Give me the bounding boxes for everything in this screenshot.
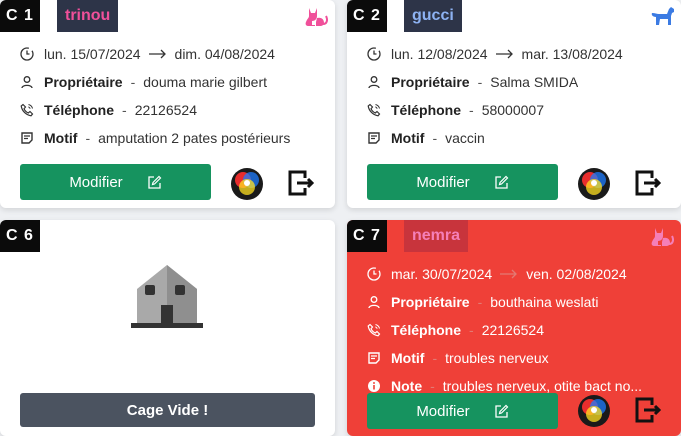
empty-cage-button[interactable]: Cage Vide ! xyxy=(20,393,315,427)
separator: - xyxy=(432,130,438,146)
motif-row: Motif - troubles nerveux xyxy=(367,344,671,372)
owner-row: Propriétaire - douma marie gilbert xyxy=(20,68,325,96)
date-to: dim. 04/08/2024 xyxy=(174,46,275,62)
cage-number: C 1 xyxy=(0,0,40,32)
owner-name: bouthaina weslati xyxy=(490,294,599,310)
motif-label: Motif xyxy=(391,130,425,146)
note-label: Note xyxy=(391,378,423,394)
dates-row: lun. 12/08/2024 mar. 13/08/2024 xyxy=(367,40,671,68)
user-icon xyxy=(21,76,33,89)
note-icon xyxy=(21,132,33,144)
info-icon xyxy=(368,380,380,392)
separator: - xyxy=(469,102,474,118)
owner-row: Propriétaire - bouthaina weslati xyxy=(367,288,671,316)
date-from: lun. 12/08/2024 xyxy=(391,46,488,62)
dog-icon xyxy=(651,7,674,25)
cage-card-c1: C 1 trinou lun. 15/07/2024 dim. 04/08/20… xyxy=(0,0,335,208)
edit-button-label: Modifier xyxy=(69,173,123,191)
owner-label: Propriétaire xyxy=(391,74,470,90)
cage-number: C 6 xyxy=(0,220,40,252)
phone-label: Téléphone xyxy=(391,102,462,118)
user-icon xyxy=(368,76,380,89)
cage-number: C 7 xyxy=(347,220,387,252)
date-to: ven. 02/08/2024 xyxy=(526,266,627,282)
phone-number: 22126524 xyxy=(134,102,197,118)
owner-name: douma marie gilbert xyxy=(143,74,267,90)
motif-row: Motif - amputation 2 pates postérieurs xyxy=(20,124,325,152)
note-text: troubles nerveux, otite bact no... xyxy=(442,378,643,394)
separator: - xyxy=(122,102,127,118)
phone-row: Téléphone - 22126524 xyxy=(367,316,671,344)
motif-label: Motif xyxy=(391,350,425,366)
owner-label: Propriétaire xyxy=(391,294,470,310)
phone-number: 22126524 xyxy=(481,322,544,338)
phone-label: Téléphone xyxy=(391,322,462,338)
arrow-right-icon xyxy=(500,269,518,279)
separator: - xyxy=(469,322,474,338)
pet-name[interactable]: gucci xyxy=(404,0,462,32)
owner-row: Propriétaire - Salma SMIDA xyxy=(367,68,671,96)
note-icon xyxy=(368,352,380,364)
note-icon xyxy=(368,132,380,144)
clock-icon xyxy=(20,47,34,61)
separator: - xyxy=(432,350,438,366)
color-palette-icon[interactable] xyxy=(230,167,264,201)
separator: - xyxy=(85,130,91,146)
dates-row: mar. 30/07/2024 ven. 02/08/2024 xyxy=(367,260,671,288)
phone-row: Téléphone - 58000007 xyxy=(367,96,671,124)
phone-number: 58000007 xyxy=(481,102,544,118)
motif-text: amputation 2 pates postérieurs xyxy=(98,130,291,146)
phone-label: Téléphone xyxy=(44,102,115,118)
phone-icon xyxy=(367,323,381,337)
edit-button[interactable]: Modifier xyxy=(367,164,558,200)
dates-row: lun. 15/07/2024 dim. 04/08/2024 xyxy=(20,40,325,68)
arrow-right-icon xyxy=(148,49,166,59)
edit-icon xyxy=(495,175,509,189)
date-to: mar. 13/08/2024 xyxy=(521,46,623,62)
date-from: lun. 15/07/2024 xyxy=(44,46,141,62)
cage-card-c7: C 7 nemra mar. 30/07/2024 ven. 02/08/202… xyxy=(347,220,681,436)
checkout-icon[interactable] xyxy=(634,169,662,197)
cat-icon xyxy=(651,228,674,246)
edit-button-label: Modifier xyxy=(416,173,470,191)
motif-label: Motif xyxy=(44,130,78,146)
phone-icon xyxy=(367,103,381,117)
edit-button[interactable]: Modifier xyxy=(367,393,558,429)
motif-text: troubles nerveux xyxy=(445,350,549,366)
separator: - xyxy=(130,74,136,90)
clock-icon xyxy=(367,47,381,61)
color-palette-icon[interactable] xyxy=(577,167,611,201)
cat-icon xyxy=(305,8,328,26)
owner-label: Propriétaire xyxy=(44,74,123,90)
edit-button-label: Modifier xyxy=(416,402,470,420)
separator: - xyxy=(477,294,483,310)
color-palette-icon[interactable] xyxy=(577,394,611,428)
pet-name[interactable]: trinou xyxy=(57,0,119,32)
cage-card-c2: C 2 gucci lun. 12/08/2024 mar. 13/08/202… xyxy=(347,0,681,208)
edit-icon xyxy=(148,175,162,189)
cage-number: C 2 xyxy=(347,0,387,32)
checkout-icon[interactable] xyxy=(287,169,315,197)
edit-button[interactable]: Modifier xyxy=(20,164,211,200)
phone-icon xyxy=(20,103,34,117)
pet-name[interactable]: nemra xyxy=(404,220,469,252)
edit-icon xyxy=(495,404,509,418)
motif-text: vaccin xyxy=(445,130,485,146)
arrow-right-icon xyxy=(495,49,513,59)
motif-row: Motif - vaccin xyxy=(367,124,671,152)
separator: - xyxy=(430,378,435,394)
owner-name: Salma SMIDA xyxy=(490,74,579,90)
house-icon xyxy=(131,265,203,328)
separator: - xyxy=(477,74,483,90)
user-icon xyxy=(368,296,380,309)
phone-row: Téléphone - 22126524 xyxy=(20,96,325,124)
clock-icon xyxy=(367,267,381,281)
date-from: mar. 30/07/2024 xyxy=(391,266,493,282)
checkout-icon[interactable] xyxy=(634,396,662,424)
